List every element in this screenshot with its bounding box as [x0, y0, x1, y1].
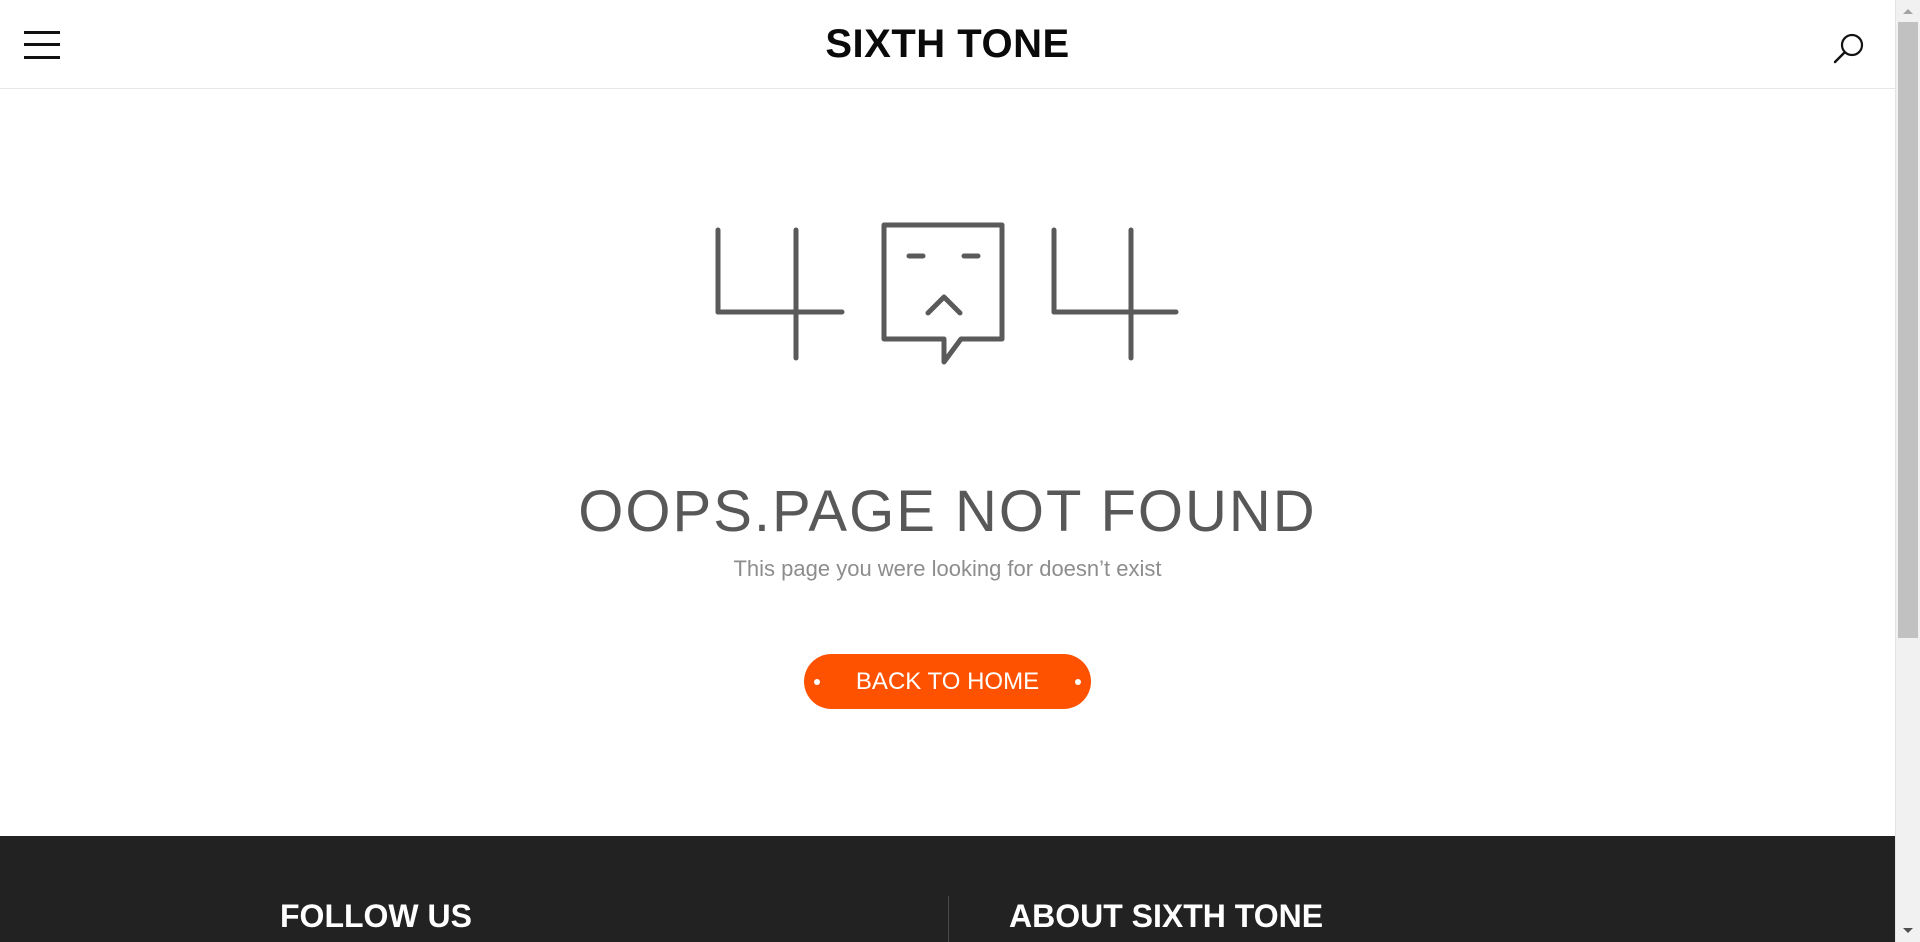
hamburger-menu-icon[interactable]: [24, 30, 60, 60]
page: SIXTH TONE OOPS.PAGE NOT FOUND This page…: [0, 0, 1895, 942]
site-logo[interactable]: SIXTH TONE: [825, 22, 1069, 66]
face-bubble-zero: [881, 222, 1005, 365]
site-logo-wrapper: SIXTH TONE: [0, 22, 1895, 67]
about-heading: ABOUT SIXTH TONE: [1009, 898, 1324, 934]
back-to-home-label: BACK TO HOME: [855, 668, 1040, 695]
menu-bar: [24, 31, 60, 34]
digit-four-left: [715, 227, 845, 361]
404-illustration: [714, 216, 1180, 372]
footer-divider: [948, 896, 949, 942]
scroll-down-arrow-icon[interactable]: [1896, 920, 1920, 942]
menu-bar: [24, 43, 60, 46]
scroll-up-arrow-icon[interactable]: [1896, 0, 1920, 22]
search-icon[interactable]: [1831, 30, 1867, 66]
error-title: OOPS.PAGE NOT FOUND: [578, 479, 1317, 544]
site-footer: FOLLOW US ABOUT SIXTH TONE: [0, 836, 1895, 942]
site-header: SIXTH TONE: [0, 0, 1895, 89]
digit-four-right: [1051, 227, 1179, 361]
menu-bar: [24, 56, 60, 59]
button-dot-right: [1075, 679, 1081, 685]
follow-us-heading: FOLLOW US: [280, 898, 472, 934]
button-dot-left: [814, 679, 820, 685]
scrollbar-thumb[interactable]: [1898, 22, 1918, 638]
back-to-home-button[interactable]: BACK TO HOME: [804, 654, 1091, 709]
search-icon-svg: [1833, 33, 1864, 64]
error-subtitle: This page you were looking for doesn’t e…: [733, 556, 1162, 581]
vertical-scrollbar[interactable]: [1895, 0, 1920, 942]
